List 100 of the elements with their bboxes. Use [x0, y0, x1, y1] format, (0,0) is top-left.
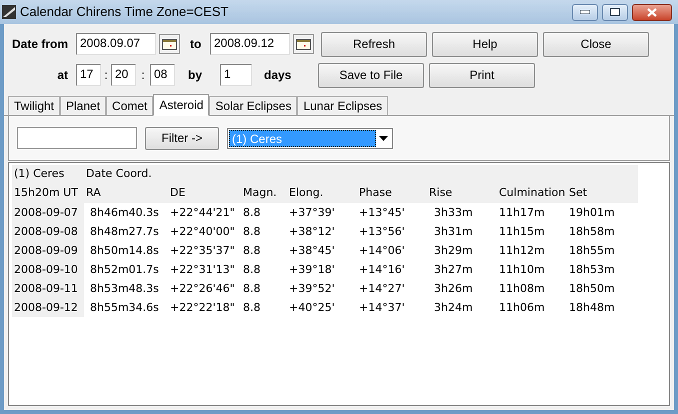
- table-cell-text: +13°45': [358, 205, 406, 221]
- app-icon: [2, 5, 16, 19]
- table-cell-text: 3h26m: [433, 281, 474, 297]
- table-cell-text: 8.8: [242, 300, 262, 316]
- table-cell-text: +22°40'00": [169, 224, 236, 240]
- table-cell-text: 11h15m: [498, 224, 546, 240]
- grid-title: Date Coord.: [85, 166, 153, 182]
- column-header: DE: [169, 185, 186, 202]
- table-cell-text: +39°52': [288, 281, 336, 297]
- table-cell-text: 8.8: [242, 224, 262, 240]
- table-cell-text: 11h08m: [498, 281, 546, 297]
- table-cell-text: 18h50m: [568, 281, 616, 297]
- field-label: Date from: [12, 36, 70, 53]
- table-cell-text: +22°35'37": [169, 243, 236, 259]
- dropdown-arrow-icon: [379, 136, 388, 140]
- table-cell-text: 18h53m: [568, 262, 616, 278]
- grid-title: (1) Ceres: [13, 166, 66, 182]
- table-cell-text: 18h55m: [568, 243, 616, 259]
- field-label: by: [188, 67, 204, 84]
- table-cell-text: 8.8: [242, 205, 262, 221]
- table-cell-text: 3h27m: [433, 262, 474, 278]
- column-header: Culmination: [498, 185, 566, 202]
- calendar-icon: [296, 38, 311, 50]
- time-separator: :: [140, 67, 146, 84]
- table-cell-text: 19h01m: [568, 205, 616, 221]
- push-button[interactable]: Refresh: [321, 32, 427, 56]
- tab[interactable]: Planet: [60, 96, 106, 115]
- maximize-icon: [610, 8, 620, 16]
- column-header: Magn.: [242, 185, 278, 202]
- push-button[interactable]: Print: [429, 62, 535, 88]
- table-cell-text: +14°27': [358, 281, 406, 297]
- table-cell-text: 11h06m: [498, 300, 546, 316]
- minute-field[interactable]: 20: [111, 64, 136, 86]
- table-cell-text: 3h33m: [433, 205, 474, 221]
- column-header: Elong.: [288, 185, 324, 202]
- column-header: Set: [568, 185, 588, 202]
- table-cell-text: 8.8: [242, 262, 262, 278]
- field-label: to: [190, 36, 202, 53]
- field-label: at: [56, 67, 69, 84]
- table-cell: 2008-09-11: [12, 279, 84, 298]
- table-cell-text: 8h52m01.7s: [89, 262, 160, 278]
- time-separator: :: [103, 67, 109, 84]
- tab[interactable]: Asteroid: [153, 94, 210, 116]
- table-cell: 2008-09-12: [12, 298, 84, 317]
- table-cell-text: +22°22'18": [169, 300, 236, 316]
- table-cell-text: 18h58m: [568, 224, 616, 240]
- table-cell-text: +22°44'21": [169, 205, 236, 221]
- table-cell-text: +14°16': [358, 262, 406, 278]
- maximize-button[interactable]: [602, 4, 628, 20]
- second-field[interactable]: 08: [150, 64, 175, 86]
- table-cell-text: +14°06': [358, 243, 406, 259]
- filter-button[interactable]: Filter ->: [145, 126, 219, 150]
- push-button[interactable]: Save to File: [318, 62, 424, 88]
- table-cell-text: 8h55m34.6s: [89, 300, 160, 316]
- table-cell-text: 3h24m: [433, 300, 474, 316]
- column-header: Phase: [358, 185, 393, 202]
- table-cell-text: 8h48m27.7s: [89, 224, 160, 240]
- table-cell: 2008-09-07: [12, 203, 84, 222]
- close-button[interactable]: [632, 4, 672, 20]
- table-cell-text: +40°25': [288, 300, 336, 316]
- tab[interactable]: Twilight: [8, 96, 60, 115]
- table-cell-text: 11h12m: [498, 243, 546, 259]
- table-cell-text: 3h31m: [433, 224, 474, 240]
- column-header: 15h20m UT: [13, 185, 79, 202]
- filter-field[interactable]: [17, 127, 137, 149]
- table-cell: 2008-09-09: [12, 241, 84, 260]
- table-cell-text: +14°37': [358, 300, 406, 316]
- hour-field[interactable]: 17: [76, 64, 101, 86]
- calendar-button[interactable]: [159, 34, 180, 54]
- tab[interactable]: Comet: [106, 96, 154, 115]
- table-cell-text: 8.8: [242, 243, 262, 259]
- column-header: RA: [85, 185, 102, 202]
- calendar-icon: [162, 38, 177, 50]
- tab[interactable]: Solar Eclipses: [209, 96, 298, 115]
- step-field[interactable]: 1: [220, 64, 252, 86]
- field-label: days: [264, 67, 292, 84]
- table-cell-text: 3h29m: [433, 243, 474, 259]
- date-field[interactable]: 2008.09.07: [76, 33, 156, 55]
- table-cell-text: 18h48m: [568, 300, 616, 316]
- table-cell: 2008-09-08: [12, 222, 84, 241]
- tab[interactable]: Lunar Eclipses: [297, 96, 388, 115]
- table-cell-text: +39°18': [288, 262, 336, 278]
- table-cell: 2008-09-10: [12, 260, 84, 279]
- minimize-icon: [580, 10, 590, 14]
- table-cell-text: +22°26'46": [169, 281, 236, 297]
- window-title: Calendar Chirens Time Zone=CEST: [20, 3, 228, 22]
- table-cell-text: 11h10m: [498, 262, 546, 278]
- table-cell-text: +13°56': [358, 224, 406, 240]
- table-cell-text: +37°39': [288, 205, 336, 221]
- minimize-button[interactable]: [572, 4, 598, 20]
- calendar-button[interactable]: [293, 34, 314, 54]
- table-cell-text: 11h17m: [498, 205, 546, 221]
- column-header: Rise: [428, 185, 454, 202]
- close-icon: [647, 8, 657, 16]
- push-button[interactable]: Close: [543, 32, 649, 56]
- push-button[interactable]: Help: [432, 32, 538, 56]
- table-cell-text: +38°45': [288, 243, 336, 259]
- date-field[interactable]: 2008.09.12: [210, 33, 290, 55]
- table-cell-text: +38°12': [288, 224, 336, 240]
- table-cell-text: +22°31'13": [169, 262, 236, 278]
